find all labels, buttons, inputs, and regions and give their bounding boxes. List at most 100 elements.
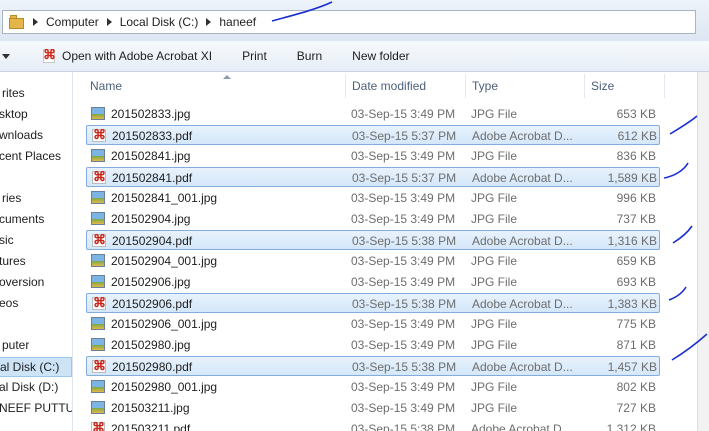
file-row[interactable]: 201502841.jpg 03-Sep-15 3:49 PM JPG File 83…	[86, 146, 660, 166]
sort-ascending-icon	[223, 75, 231, 79]
new-folder-button[interactable]: New folder	[352, 49, 409, 63]
nav-item-pictures[interactable]: tures	[0, 254, 26, 268]
file-row[interactable]: 201502906.pdf 03-Sep-15 5:38 PM Adobe Acro…	[86, 293, 660, 313]
chevron-right-icon[interactable]	[206, 18, 212, 26]
file-row[interactable]: 201502906_001.jpg 03-Sep-15 3:49 PM JPG Fi…	[86, 314, 660, 334]
jpg-file-icon	[91, 317, 105, 330]
file-name: 201502906_001.jpg	[111, 317, 218, 331]
file-row[interactable]: 201502980.pdf 03-Sep-15 5:38 PM Adobe Acro…	[86, 356, 660, 376]
nav-item-recent-places[interactable]: cent Places	[0, 149, 61, 163]
column-header-name[interactable]: Name	[84, 74, 346, 98]
nav-item-local-disk-d[interactable]: al Disk (D:)	[0, 380, 58, 394]
file-size: 1,589 KB	[607, 171, 657, 185]
file-type: Adobe Acrobat D...	[472, 129, 573, 143]
nav-item-desktop[interactable]: sktop	[0, 107, 28, 121]
burn-button[interactable]: Burn	[297, 49, 322, 63]
print-button[interactable]: Print	[242, 49, 267, 63]
column-header-date[interactable]: Date modified	[346, 74, 466, 98]
jpg-file-icon	[91, 380, 105, 393]
address-bar[interactable]: Computer Local Disk (C:) haneef	[2, 10, 696, 34]
file-date: 03-Sep-15 3:49 PM	[351, 380, 456, 394]
file-row[interactable]: 201503211.jpg 03-Sep-15 3:49 PM JPG File 72…	[86, 398, 660, 418]
file-type: JPG File	[471, 338, 518, 352]
file-row[interactable]: 201502833.pdf 03-Sep-15 5:37 PM Adobe Acro…	[86, 125, 660, 145]
folder-icon	[9, 15, 25, 29]
file-size: 737 KB	[616, 212, 656, 226]
file-type: JPG File	[471, 401, 518, 415]
pdf-file-icon	[92, 169, 106, 185]
file-date: 03-Sep-15 5:37 PM	[352, 171, 457, 185]
file-row[interactable]: 201502980_001.jpg 03-Sep-15 3:49 PM JPG Fi…	[86, 377, 660, 397]
pdf-file-icon	[91, 420, 105, 431]
file-size: 1,383 KB	[607, 297, 657, 311]
file-row[interactable]: 201502904_001.jpg 03-Sep-15 3:49 PM JPG Fi…	[86, 251, 660, 271]
file-name: 201502833.pdf	[112, 129, 193, 143]
nav-item-favorites[interactable]: rites	[2, 86, 25, 100]
file-type: Adobe Acrobat D...	[472, 171, 573, 185]
column-header-size[interactable]: Size	[585, 74, 665, 98]
file-size: 802 KB	[616, 380, 656, 394]
file-row[interactable]: 201502904.pdf 03-Sep-15 5:38 PM Adobe Acro…	[86, 230, 660, 250]
jpg-file-icon	[91, 338, 105, 351]
chevron-right-icon[interactable]	[106, 18, 112, 26]
file-name: 201503211.pdf	[111, 422, 191, 431]
file-type: Adobe Acrobat D...	[472, 297, 573, 311]
file-name: 201502980_001.jpg	[111, 380, 218, 394]
pdf-file-icon	[92, 127, 106, 143]
nav-item-conversion[interactable]: oversion	[0, 275, 44, 289]
jpg-file-icon	[91, 191, 105, 204]
file-row[interactable]: 201502841.pdf 03-Sep-15 5:37 PM Adobe Acro…	[86, 167, 660, 187]
nav-item-downloads[interactable]: wnloads	[0, 128, 43, 142]
nav-item-videos[interactable]: eos	[0, 296, 18, 310]
pdf-file-icon	[92, 358, 106, 374]
file-name: 201502904_001.jpg	[111, 254, 218, 268]
nav-item-music[interactable]: sic	[0, 233, 14, 247]
file-name: 201502980.pdf	[112, 360, 193, 374]
file-size: 693 KB	[616, 275, 656, 289]
open-with-acrobat-button[interactable]: Open with Adobe Acrobat XI	[42, 47, 212, 63]
file-type: Adobe Acrobat D...	[471, 422, 572, 431]
file-name: 201502906.jpg	[111, 275, 191, 289]
file-list: Name Date modified Type Size 201502833.j…	[72, 72, 698, 431]
nav-item-computer[interactable]: puter	[2, 338, 29, 352]
file-date: 03-Sep-15 5:37 PM	[352, 129, 457, 143]
jpg-file-icon	[91, 401, 105, 414]
file-size: 996 KB	[616, 191, 656, 205]
file-type: Adobe Acrobat D...	[472, 234, 573, 248]
file-size: 836 KB	[616, 149, 656, 163]
organize-dropdown-icon[interactable]	[2, 53, 10, 59]
file-row[interactable]: 201502906.jpg 03-Sep-15 3:49 PM JPG File 69…	[86, 272, 660, 292]
breadcrumb-computer[interactable]: Computer	[46, 15, 99, 29]
nav-item-libraries[interactable]: ries	[2, 191, 21, 205]
chevron-right-icon[interactable]	[33, 18, 38, 26]
file-row[interactable]: 201502980.jpg 03-Sep-15 3:49 PM JPG File 87…	[86, 335, 660, 355]
file-name: 201502841_001.jpg	[111, 191, 218, 205]
file-row[interactable]: 201502841_001.jpg 03-Sep-15 3:49 PM JPG Fi…	[86, 188, 660, 208]
acrobat-icon	[42, 47, 56, 63]
file-type: JPG File	[471, 212, 518, 226]
file-row[interactable]: 201502833.jpg 03-Sep-15 3:49 PM JPG File 65…	[86, 104, 660, 124]
file-date: 03-Sep-15 3:49 PM	[351, 338, 456, 352]
column-header-name-label: Name	[90, 79, 123, 93]
file-name: 201502841.pdf	[112, 171, 193, 185]
file-size: 659 KB	[616, 254, 656, 268]
vertical-scrollbar[interactable]	[697, 72, 709, 431]
file-name: 201502980.jpg	[111, 338, 191, 352]
navigation-pane: rites sktop wnloads cent Places ries cum…	[0, 72, 73, 431]
column-header-type[interactable]: Type	[466, 74, 585, 98]
breadcrumb-local-disk-c[interactable]: Local Disk (C:)	[120, 15, 199, 29]
breadcrumb-haneef[interactable]: haneef	[219, 15, 256, 29]
file-date: 03-Sep-15 3:49 PM	[351, 275, 456, 289]
file-date: 03-Sep-15 5:38 PM	[352, 360, 457, 374]
nav-item-documents[interactable]: cuments	[0, 212, 44, 226]
file-date: 03-Sep-15 3:49 PM	[351, 254, 456, 268]
file-date: 03-Sep-15 3:49 PM	[351, 107, 456, 121]
file-row[interactable]: 201503211.pdf 03-Sep-15 5:38 PM Adobe Acro…	[86, 419, 660, 431]
file-name: 201502906.pdf	[112, 297, 193, 311]
file-name: 201502904.pdf	[112, 234, 193, 248]
nav-item-local-disk-c[interactable]: al Disk (C:)	[0, 357, 72, 377]
file-row[interactable]: 201502904.jpg 03-Sep-15 3:49 PM JPG File 73…	[86, 209, 660, 229]
file-date: 03-Sep-15 3:49 PM	[351, 317, 456, 331]
file-name: 201502833.jpg	[111, 107, 191, 121]
nav-item-network-drive[interactable]: NEEF PUTTUR	[0, 401, 72, 415]
